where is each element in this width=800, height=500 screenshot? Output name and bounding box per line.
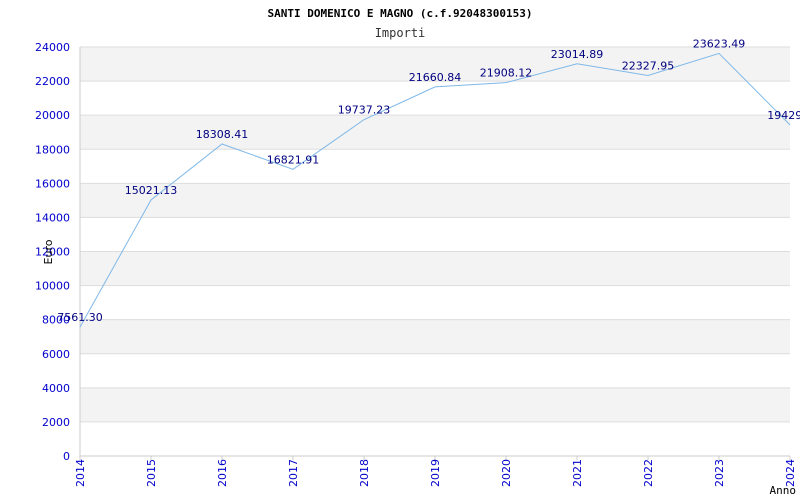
y-tick-label: 10000 <box>35 280 70 293</box>
grid-band <box>80 387 790 422</box>
x-tick-label: 2023 <box>713 459 726 487</box>
y-tick-label: 22000 <box>35 75 70 88</box>
data-label: 19737.23 <box>338 104 391 117</box>
grid-band <box>80 183 790 218</box>
chart: SANTI DOMENICO E MAGNO (c.f.92048300153)… <box>35 7 800 497</box>
x-tick-label: 2017 <box>287 459 300 487</box>
x-tick-label: 2016 <box>216 459 229 487</box>
grid-band <box>80 115 790 150</box>
data-label: 23014.89 <box>551 48 604 61</box>
data-label: 21660.84 <box>409 71 462 84</box>
x-tick-label: 2020 <box>500 459 513 487</box>
data-label: 23623.49 <box>693 37 746 50</box>
data-label: 18308.41 <box>196 128 249 141</box>
x-tick-label: 2024 <box>784 459 797 487</box>
x-tick-label: 2015 <box>145 459 158 487</box>
y-tick-label: 20000 <box>35 109 70 122</box>
x-tick-label: 2021 <box>571 459 584 487</box>
y-tick-label: 4000 <box>42 382 70 395</box>
x-tick-labels: 2014 2015 2016 2017 2018 2019 2020 2021 2022 2023… <box>74 456 797 487</box>
data-label: 15021.13 <box>125 184 178 197</box>
y-tick-label: 2000 <box>42 416 70 429</box>
x-axis-label: Anno <box>770 484 797 497</box>
x-tick-label: 2014 <box>74 459 87 487</box>
grid-band <box>80 319 790 354</box>
y-tick-label: 6000 <box>42 348 70 361</box>
grid-bands <box>80 47 790 422</box>
x-tick-label: 2019 <box>429 459 442 487</box>
y-tick-label: 14000 <box>35 211 70 224</box>
data-label: 21908.12 <box>480 67 533 80</box>
data-label: 16821.91 <box>267 153 320 166</box>
y-tick-label: 18000 <box>35 143 70 156</box>
grid-band <box>80 251 790 286</box>
data-label: 7561.30 <box>57 311 103 324</box>
y-axis-label: Euro <box>42 239 55 264</box>
y-tick-label: 16000 <box>35 177 70 190</box>
data-label: 22327.95 <box>622 59 675 72</box>
chart-subtitle: Importi <box>375 26 426 40</box>
x-tick-label: 2022 <box>642 459 655 487</box>
data-label: 19429.8 <box>767 109 800 122</box>
chart-title: SANTI DOMENICO E MAGNO (c.f.92048300153) <box>268 7 533 20</box>
x-tick-label: 2018 <box>358 459 371 487</box>
y-tick-label: 0 <box>63 450 70 463</box>
y-tick-label: 24000 <box>35 41 70 54</box>
